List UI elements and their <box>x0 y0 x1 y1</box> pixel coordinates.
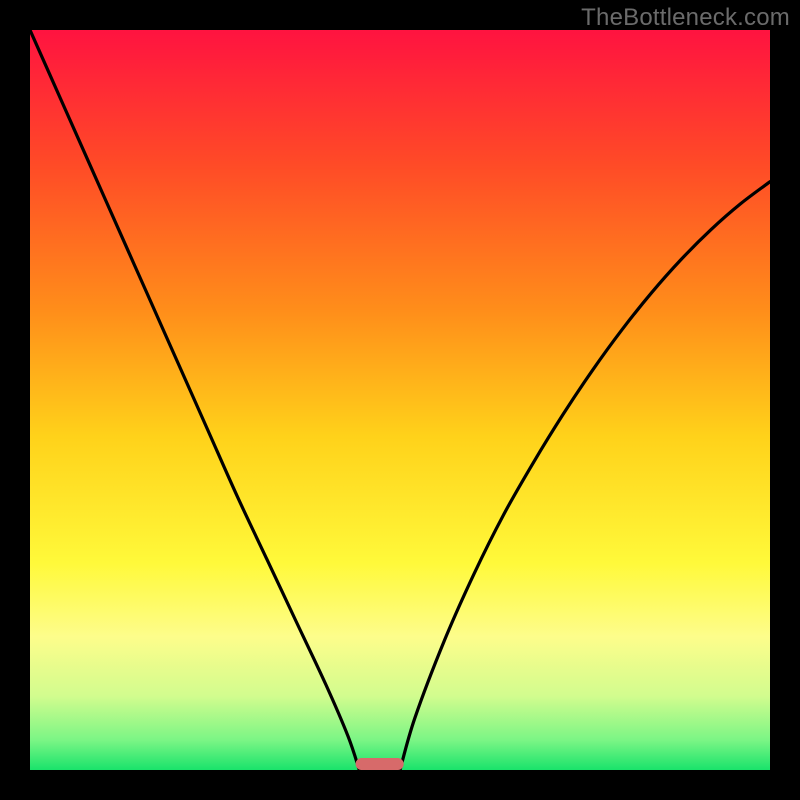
bottleneck-marker <box>356 758 404 770</box>
watermark-text: TheBottleneck.com <box>581 4 790 32</box>
chart-svg <box>30 30 770 770</box>
chart-frame <box>30 30 770 770</box>
gradient-background <box>30 30 770 770</box>
